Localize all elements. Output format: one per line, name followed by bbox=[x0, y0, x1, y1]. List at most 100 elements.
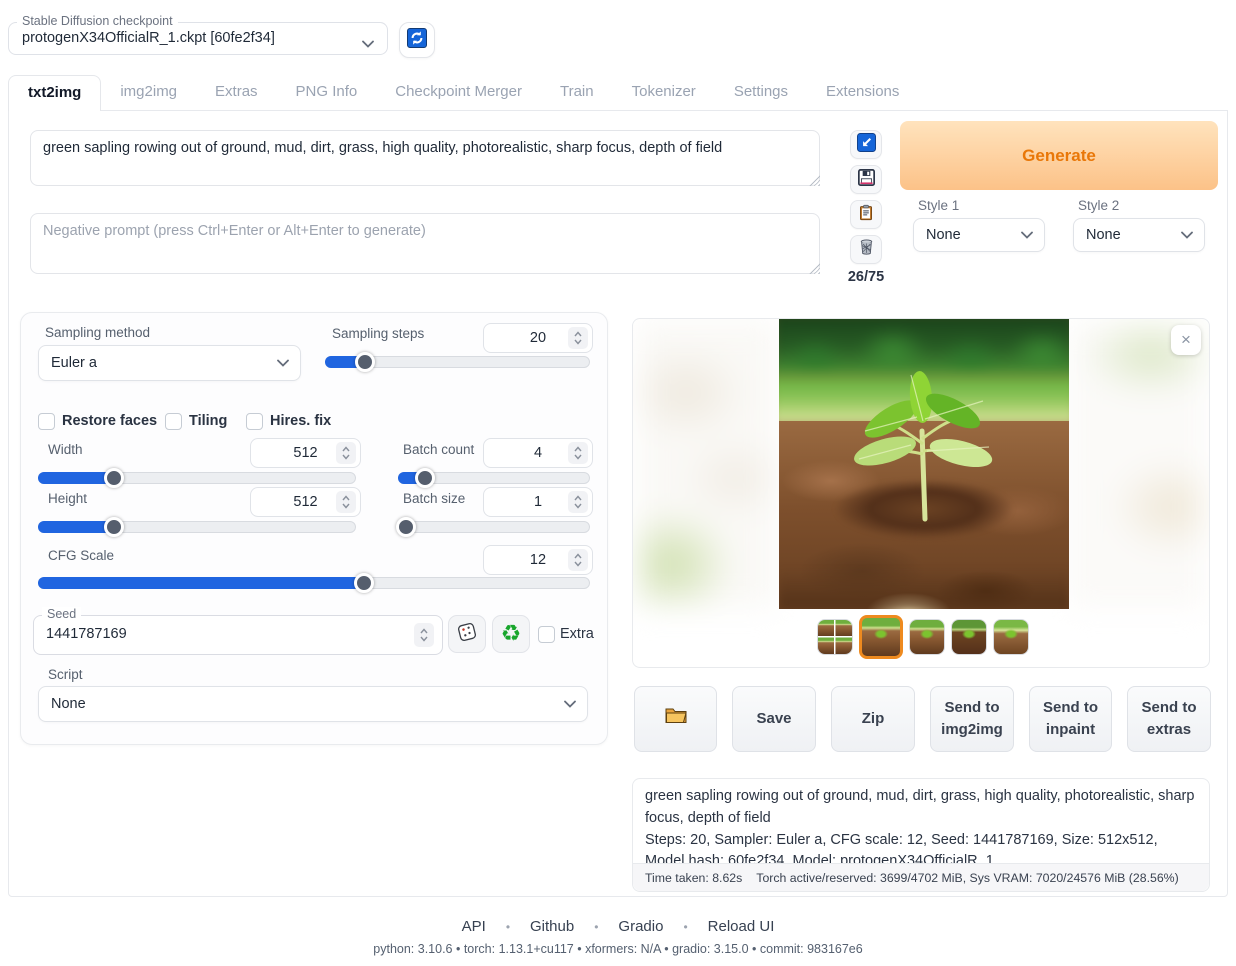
batch-size-input[interactable]: 1 bbox=[483, 487, 593, 517]
sampling-method-dropdown[interactable]: Euler a bbox=[38, 345, 301, 381]
random-seed-button[interactable] bbox=[448, 615, 486, 653]
number-spinner[interactable] bbox=[568, 442, 588, 464]
tab-txt2img[interactable]: txt2img bbox=[8, 75, 101, 111]
restore-faces-label: Restore faces bbox=[62, 413, 157, 429]
generated-image[interactable] bbox=[779, 319, 1069, 609]
tab-train[interactable]: Train bbox=[541, 75, 613, 111]
number-spinner[interactable] bbox=[336, 491, 356, 513]
performance-strip: Time taken: 8.62s Torch active/reserved:… bbox=[633, 863, 1209, 891]
recycle-icon: ♻ bbox=[501, 623, 522, 646]
send-to-img2img-button[interactable]: Send to img2img bbox=[930, 686, 1014, 752]
cfg-scale-slider[interactable] bbox=[38, 573, 590, 593]
checkpoint-label: Stable Diffusion checkpoint bbox=[17, 14, 178, 28]
checkpoint-value: protogenX34OfficialR_1.ckpt [60fe2f34] bbox=[22, 30, 275, 46]
negative-prompt-input[interactable] bbox=[30, 213, 820, 274]
tab-png-info[interactable]: PNG Info bbox=[277, 75, 377, 111]
clipboard-icon bbox=[858, 204, 874, 226]
style1-dropdown[interactable]: None bbox=[913, 218, 1045, 252]
open-folder-button[interactable] bbox=[634, 686, 717, 752]
refresh-icon bbox=[407, 28, 427, 53]
tab-settings[interactable]: Settings bbox=[715, 75, 807, 111]
sampling-steps-input[interactable]: 20 bbox=[483, 323, 593, 353]
thumbnail-1[interactable] bbox=[817, 619, 853, 655]
gallery-blur-right bbox=[1069, 321, 1205, 607]
sampling-method-value: Euler a bbox=[51, 355, 97, 371]
gradio-link[interactable]: Gradio bbox=[618, 918, 663, 935]
cfg-scale-input[interactable]: 12 bbox=[483, 545, 593, 575]
height-label: Height bbox=[48, 491, 87, 506]
cfg-scale-label: CFG Scale bbox=[48, 548, 114, 563]
width-slider[interactable] bbox=[38, 468, 356, 488]
time-taken-text: Time taken: 8.62s bbox=[645, 871, 742, 885]
tab-checkpoint-merger[interactable]: Checkpoint Merger bbox=[376, 75, 541, 111]
seed-input[interactable]: Seed 1441787169 bbox=[33, 615, 443, 655]
seed-label: Seed bbox=[42, 607, 81, 621]
github-link[interactable]: Github bbox=[530, 918, 574, 935]
send-to-extras-button[interactable]: Send to extras bbox=[1127, 686, 1211, 752]
style2-dropdown[interactable]: None bbox=[1073, 218, 1205, 252]
apply-style-button[interactable] bbox=[850, 200, 882, 229]
hires-fix-label: Hires. fix bbox=[270, 413, 331, 429]
chevron-down-icon bbox=[362, 35, 374, 53]
style2-label: Style 2 bbox=[1078, 198, 1119, 213]
save-style-button[interactable] bbox=[850, 165, 882, 194]
width-input[interactable]: 512 bbox=[250, 438, 361, 468]
height-slider[interactable] bbox=[38, 517, 356, 537]
page-footer: API • Github • Gradio • Reload UI python… bbox=[0, 918, 1236, 956]
tiling-checkbox[interactable] bbox=[165, 413, 182, 430]
number-spinner[interactable] bbox=[568, 491, 588, 513]
batch-size-slider[interactable] bbox=[398, 517, 590, 537]
generate-button[interactable]: Generate bbox=[900, 121, 1218, 190]
script-dropdown[interactable]: None bbox=[38, 686, 588, 722]
checkpoint-dropdown[interactable]: Stable Diffusion checkpoint protogenX34O… bbox=[8, 22, 388, 55]
sapling-illustration bbox=[849, 359, 999, 529]
tab-extensions[interactable]: Extensions bbox=[807, 75, 918, 111]
reload-ui-link[interactable]: Reload UI bbox=[708, 918, 775, 935]
generation-info-panel: green sapling rowing out of ground, mud,… bbox=[632, 778, 1210, 892]
dice-icon bbox=[456, 621, 478, 648]
restore-faces-checkbox[interactable] bbox=[38, 413, 55, 430]
extra-seed-checkbox[interactable] bbox=[538, 626, 555, 643]
send-to-inpaint-button[interactable]: Send to inpaint bbox=[1029, 686, 1112, 752]
style1-label: Style 1 bbox=[918, 198, 959, 213]
clear-prompt-button[interactable] bbox=[850, 235, 882, 264]
height-input[interactable]: 512 bbox=[250, 487, 361, 517]
number-spinner[interactable] bbox=[568, 327, 588, 349]
thumbnail-2-selected[interactable] bbox=[859, 615, 903, 659]
gallery-blur-left bbox=[637, 321, 777, 607]
hires-fix-checkbox[interactable] bbox=[246, 413, 263, 430]
number-spinner[interactable] bbox=[568, 549, 588, 571]
number-spinner[interactable] bbox=[336, 442, 356, 464]
prompt-input[interactable]: green sapling rowing out of ground, mud,… bbox=[30, 130, 820, 186]
batch-count-input[interactable]: 4 bbox=[483, 438, 593, 468]
script-label: Script bbox=[48, 667, 83, 682]
separator-dot: • bbox=[594, 920, 598, 934]
close-icon[interactable]: × bbox=[1171, 325, 1201, 355]
result-gallery: × bbox=[632, 318, 1210, 668]
script-value: None bbox=[51, 696, 86, 712]
zip-button[interactable]: Zip bbox=[831, 686, 915, 752]
reuse-seed-button[interactable]: ♻ bbox=[492, 615, 530, 653]
token-counter: 26/75 bbox=[840, 269, 892, 285]
save-button[interactable]: Save bbox=[732, 686, 816, 752]
thumbnail-4[interactable] bbox=[951, 619, 987, 655]
tiling-label: Tiling bbox=[189, 413, 227, 429]
sampling-steps-slider[interactable] bbox=[325, 352, 590, 372]
arrow-down-left-icon bbox=[857, 133, 876, 157]
width-label: Width bbox=[48, 442, 83, 457]
api-link[interactable]: API bbox=[462, 918, 486, 935]
tab-tokenizer[interactable]: Tokenizer bbox=[613, 75, 715, 111]
seed-value: 1441787169 bbox=[46, 626, 127, 642]
sd-webui-app: Stable Diffusion checkpoint protogenX34O… bbox=[0, 0, 1236, 966]
separator-dot: • bbox=[683, 920, 687, 934]
paste-generation-params-button[interactable] bbox=[850, 130, 882, 159]
number-spinner[interactable] bbox=[414, 623, 434, 647]
thumbnail-5[interactable] bbox=[993, 619, 1029, 655]
main-tabbar: txt2img img2img Extras PNG Info Checkpoi… bbox=[8, 75, 1228, 111]
batch-count-slider[interactable] bbox=[398, 468, 590, 488]
chevron-down-icon bbox=[564, 696, 576, 712]
thumbnail-3[interactable] bbox=[909, 619, 945, 655]
tab-extras[interactable]: Extras bbox=[196, 75, 277, 111]
refresh-checkpoint-button[interactable] bbox=[399, 22, 435, 58]
tab-img2img[interactable]: img2img bbox=[101, 75, 196, 111]
